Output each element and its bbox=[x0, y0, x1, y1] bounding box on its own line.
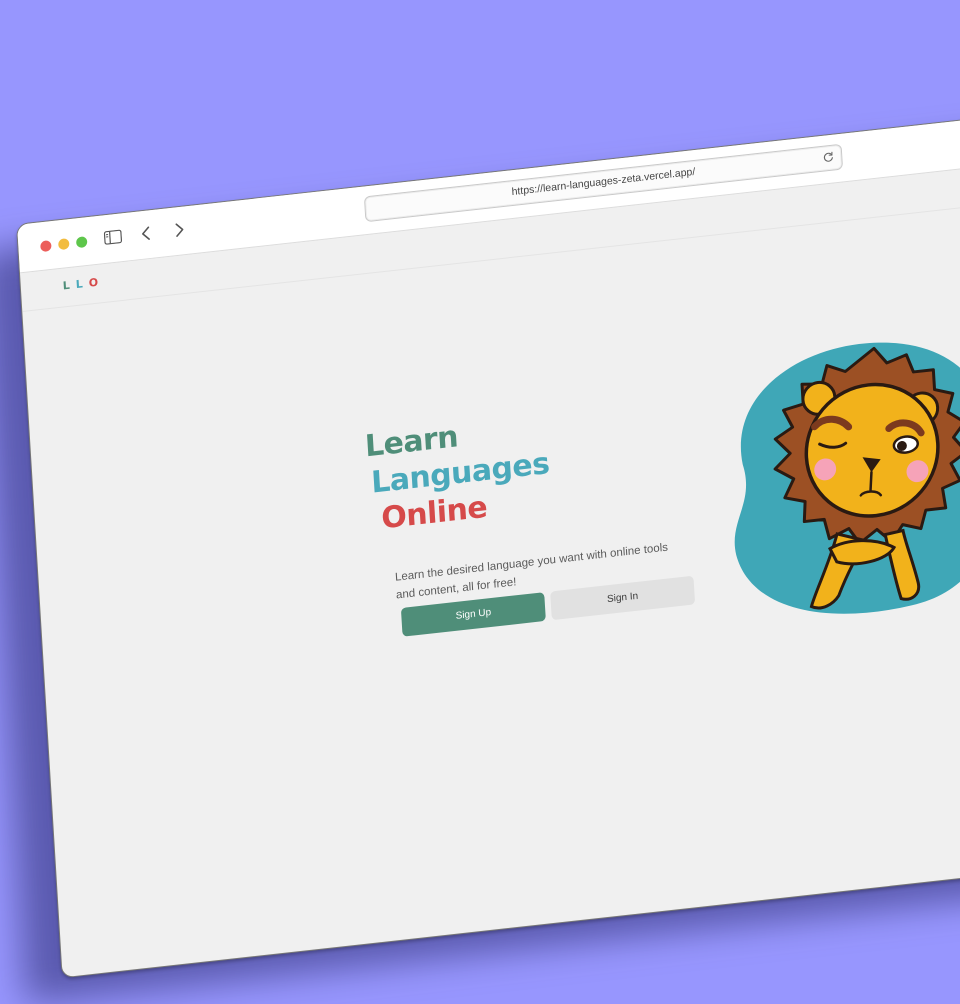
minimize-window-button[interactable] bbox=[58, 238, 70, 250]
logo-letter: O bbox=[88, 275, 104, 290]
logo-letter: L bbox=[75, 277, 89, 291]
hero-heading: Learn Languages Online bbox=[364, 392, 699, 538]
chevron-left-icon[interactable] bbox=[138, 224, 155, 244]
web-page: LLO Learn Languages Online Learn the des… bbox=[20, 161, 960, 977]
site-logo[interactable]: LLO bbox=[62, 275, 104, 292]
sidebar-icon[interactable] bbox=[104, 229, 123, 245]
chevron-right-icon[interactable] bbox=[170, 220, 187, 240]
logo-letter: L bbox=[62, 278, 76, 292]
reload-icon[interactable] bbox=[822, 151, 835, 164]
maximize-window-button[interactable] bbox=[76, 236, 88, 248]
close-window-button[interactable] bbox=[40, 240, 52, 252]
lion-mascot-illustration bbox=[706, 317, 960, 636]
browser-window: https://learn-languages-zeta.vercel.app/… bbox=[16, 112, 960, 979]
